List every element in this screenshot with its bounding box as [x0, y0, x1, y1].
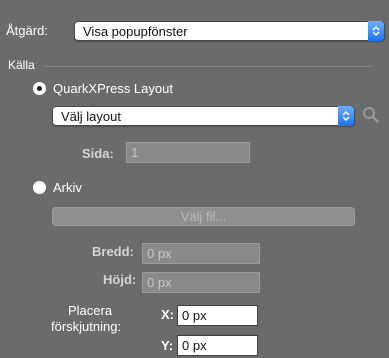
layout-select[interactable]: Välj layout — [52, 106, 355, 126]
layout-stepper-icon — [338, 106, 354, 126]
page-field[interactable]: 1 — [126, 142, 250, 163]
choose-file-button[interactable]: Välj fil... — [52, 207, 355, 226]
offset-label-line1: Placera — [68, 303, 113, 318]
width-label: Bredd: — [92, 244, 134, 259]
popup-stepper-icon — [368, 21, 384, 41]
width-field[interactable]: 0 px — [142, 243, 260, 264]
height-label: Höjd: — [103, 272, 137, 287]
radio-quarkxpress-label: QuarkXPress Layout — [53, 81, 173, 96]
offset-y-field[interactable]: 0 px — [177, 335, 258, 356]
radio-file[interactable] — [33, 181, 46, 194]
offset-y-label: Y: — [161, 338, 174, 353]
action-popup-value: Visa popupfönster — [83, 23, 188, 39]
section-divider — [44, 66, 372, 67]
layout-select-value: Välj layout — [61, 108, 121, 124]
offset-x-field[interactable]: 0 px — [177, 305, 258, 326]
section-label-source: Källa — [8, 58, 35, 72]
offset-label-line2: förskjutning: — [51, 319, 122, 334]
radio-file-label: Arkiv — [53, 180, 82, 195]
offset-x-label: X: — [161, 307, 174, 322]
action-popup[interactable]: Visa popupfönster — [74, 21, 385, 41]
choose-file-button-label: Välj fil... — [180, 209, 227, 224]
magnifier-icon[interactable] — [362, 106, 380, 127]
height-field[interactable]: 0 px — [142, 272, 260, 293]
radio-selected-dot — [37, 86, 42, 91]
action-label: Åtgärd: — [6, 23, 48, 38]
radio-quarkxpress-layout[interactable] — [33, 82, 46, 95]
page-label: Sida: — [82, 146, 114, 161]
